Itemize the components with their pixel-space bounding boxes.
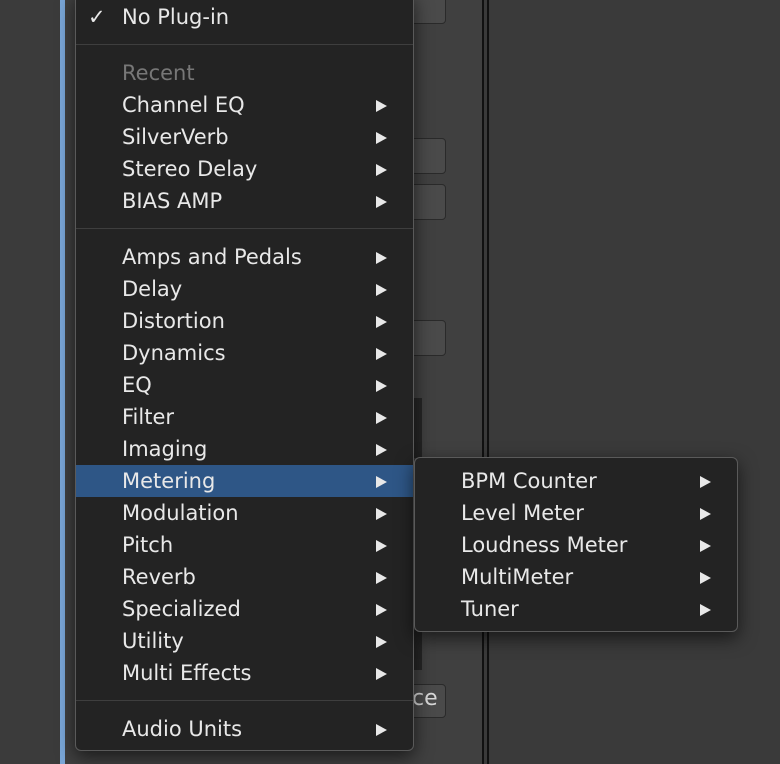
strip-divider [482, 0, 484, 764]
plugin-menu: ✓ No Plug-in Recent Channel EQ SilverVer… [75, 0, 414, 751]
menu-item-label: Channel EQ [122, 93, 245, 117]
menu-item-label: Metering [122, 469, 216, 493]
submenu-item-level-meter[interactable]: Level Meter [415, 497, 737, 529]
submenu-arrow-icon [700, 540, 711, 552]
menu-item-label: Imaging [122, 437, 208, 461]
menu-item-category[interactable]: Distortion [76, 305, 413, 337]
menu-item-label: BIAS AMP [122, 189, 223, 213]
menu-item-label: Distortion [122, 309, 225, 333]
submenu-item-label: Loudness Meter [461, 533, 628, 557]
menu-item-category[interactable]: Filter [76, 401, 413, 433]
menu-item-category[interactable]: Modulation [76, 497, 413, 529]
menu-item-label: Amps and Pedals [122, 245, 302, 269]
menu-item-label: Audio Units [122, 717, 243, 741]
submenu-arrow-icon [376, 412, 387, 424]
menu-item-label: Stereo Delay [122, 157, 258, 181]
submenu-arrow-icon [376, 724, 387, 736]
submenu-arrow-icon [700, 508, 711, 520]
menu-item-metering[interactable]: Metering [76, 465, 413, 497]
submenu-arrow-icon [376, 164, 387, 176]
submenu-item-label: BPM Counter [461, 469, 597, 493]
submenu-item-tuner[interactable]: Tuner [415, 593, 737, 625]
menu-item-label: Specialized [122, 597, 241, 621]
menu-item-label: No Plug-in [122, 5, 230, 29]
submenu-arrow-icon [700, 604, 711, 616]
submenu-arrow-icon [376, 380, 387, 392]
menu-item-category[interactable]: Amps and Pedals [76, 241, 413, 273]
menu-item-label: SilverVerb [122, 125, 229, 149]
menu-item-label: Pitch [122, 533, 174, 557]
submenu-arrow-icon [376, 540, 387, 552]
menu-item-label: Utility [122, 629, 184, 653]
menu-item-category[interactable]: Reverb [76, 561, 413, 593]
menu-item-recent[interactable]: Stereo Delay [76, 153, 413, 185]
submenu-arrow-icon [700, 572, 711, 584]
menu-item-label: Reverb [122, 565, 196, 589]
menu-item-category[interactable]: Specialized [76, 593, 413, 625]
submenu-arrow-icon [376, 668, 387, 680]
submenu-arrow-icon [376, 284, 387, 296]
submenu-arrow-icon [376, 316, 387, 328]
submenu-arrow-icon [376, 196, 387, 208]
menu-item-category[interactable]: Dynamics [76, 337, 413, 369]
submenu-item-multimeter[interactable]: MultiMeter [415, 561, 737, 593]
submenu-item-bpm-counter[interactable]: BPM Counter [415, 465, 737, 497]
mixer-background-left [0, 0, 60, 764]
menu-section-header-recent: Recent [76, 57, 413, 89]
menu-item-label: EQ [122, 373, 152, 397]
menu-item-label: Delay [122, 277, 183, 301]
checkmark-icon: ✓ [88, 5, 106, 29]
menu-item-category[interactable]: Utility [76, 625, 413, 657]
submenu-item-loudness-meter[interactable]: Loudness Meter [415, 529, 737, 561]
submenu-arrow-icon [376, 508, 387, 520]
menu-item-audio-units[interactable]: Audio Units [76, 713, 413, 745]
section-header-label: Recent [122, 61, 195, 85]
submenu-item-label: MultiMeter [461, 565, 574, 589]
menu-item-label: Modulation [122, 501, 239, 525]
submenu-arrow-icon [376, 100, 387, 112]
menu-item-category[interactable]: Multi Effects [76, 657, 413, 689]
menu-item-category[interactable]: EQ [76, 369, 413, 401]
submenu-arrow-icon [376, 444, 387, 456]
menu-item-label: Dynamics [122, 341, 226, 365]
submenu-arrow-icon [376, 636, 387, 648]
menu-item-recent[interactable]: BIAS AMP [76, 185, 413, 217]
submenu-arrow-icon [376, 572, 387, 584]
submenu-item-label: Level Meter [461, 501, 584, 525]
metering-submenu: BPM Counter Level Meter Loudness Meter M… [414, 457, 738, 632]
menu-item-recent[interactable]: Channel EQ [76, 89, 413, 121]
strip-button-label: ce [412, 686, 438, 711]
menu-separator [76, 228, 413, 229]
mixer-background-right [489, 0, 780, 764]
submenu-arrow-icon [700, 476, 711, 488]
submenu-arrow-icon [376, 348, 387, 360]
menu-item-label: Filter [122, 405, 175, 429]
submenu-arrow-icon [376, 476, 387, 488]
menu-item-category[interactable]: Delay [76, 273, 413, 305]
menu-separator [76, 700, 413, 701]
submenu-arrow-icon [376, 132, 387, 144]
menu-separator [76, 44, 413, 45]
menu-item-category[interactable]: Pitch [76, 529, 413, 561]
menu-item-category[interactable]: Imaging [76, 433, 413, 465]
menu-item-recent[interactable]: SilverVerb [76, 121, 413, 153]
submenu-arrow-icon [376, 252, 387, 264]
menu-item-label: Multi Effects [122, 661, 252, 685]
submenu-arrow-icon [376, 604, 387, 616]
submenu-item-label: Tuner [461, 597, 519, 621]
menu-item-no-plugin[interactable]: ✓ No Plug-in [76, 1, 413, 33]
